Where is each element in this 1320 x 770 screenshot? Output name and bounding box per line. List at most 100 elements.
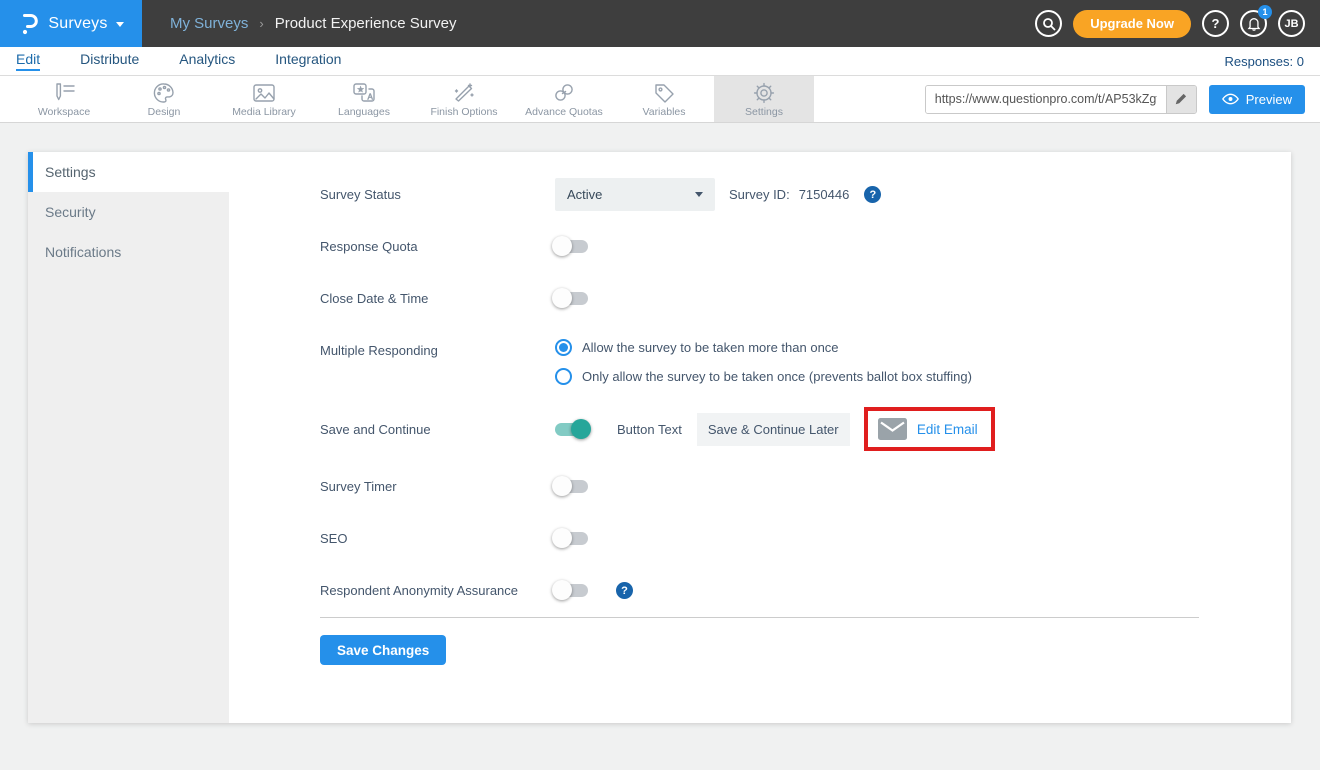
close-date-time-toggle[interactable] [555, 292, 588, 305]
settings-sidebar: Settings Security Notifications [28, 152, 229, 723]
product-name: Surveys [48, 15, 107, 33]
anonymity-toggle[interactable] [555, 584, 588, 597]
chevron-down-icon [695, 192, 703, 197]
tab-integration[interactable]: Integration [275, 51, 341, 71]
survey-status-select[interactable]: Active [555, 178, 715, 211]
anonymity-row: Respondent Anonymity Assurance ? [320, 574, 1291, 607]
toolbar-item-label: Languages [338, 106, 390, 118]
close-date-time-row: Close Date & Time [320, 282, 1291, 315]
avatar[interactable]: JB [1278, 10, 1305, 37]
email-icon[interactable] [878, 418, 907, 440]
radio-icon[interactable] [555, 368, 572, 385]
palette-icon [152, 81, 176, 105]
save-and-continue-row: Save and Continue Button Text Edit Email [320, 407, 1291, 451]
multiple-responding-label: Multiple Responding [320, 334, 555, 358]
button-text-input[interactable] [697, 413, 850, 446]
toolbar-item-advance-quotas[interactable]: Advance Quotas [514, 76, 614, 122]
save-and-continue-label: Save and Continue [320, 422, 555, 437]
sidebar-item-security[interactable]: Security [28, 192, 229, 232]
preview-label: Preview [1246, 92, 1292, 107]
toolbar-item-label: Design [148, 106, 181, 118]
survey-url-input[interactable] [926, 86, 1166, 113]
tab-edit[interactable]: Edit [16, 51, 40, 71]
multiple-responding-row: Multiple Responding Allow the survey to … [320, 334, 1291, 385]
tag-icon [652, 81, 676, 105]
header-actions: Upgrade Now ? 1 JB [1035, 10, 1320, 38]
response-quota-row: Response Quota [320, 230, 1291, 263]
workspace-icon [51, 81, 77, 105]
radio-option-multiple[interactable]: Allow the survey to be taken more than o… [555, 339, 972, 356]
toggle-knob [552, 288, 572, 308]
search-button[interactable] [1035, 10, 1062, 37]
toolbar-item-design[interactable]: Design [114, 76, 214, 122]
save-changes-button[interactable]: Save Changes [320, 635, 446, 665]
upgrade-now-button[interactable]: Upgrade Now [1073, 10, 1191, 38]
help-button[interactable]: ? [1202, 10, 1229, 37]
breadcrumb: My Surveys › Product Experience Survey [170, 15, 456, 32]
gear-icon [752, 81, 776, 105]
form-divider [320, 617, 1199, 618]
toolbar-item-media-library[interactable]: Media Library [214, 76, 314, 122]
toggle-knob [552, 236, 572, 256]
tab-analytics[interactable]: Analytics [179, 51, 235, 71]
toolbar-item-languages[interactable]: ★A Languages [314, 76, 414, 122]
toolbar-item-label: Media Library [232, 106, 296, 118]
survey-url-group [925, 85, 1197, 114]
notification-badge: 1 [1258, 5, 1272, 19]
page-body: Settings Security Notifications Survey S… [0, 123, 1320, 723]
toolbar-item-label: Advance Quotas [525, 106, 603, 118]
chevron-down-icon [116, 22, 124, 27]
image-icon [251, 81, 277, 105]
svg-text:★: ★ [357, 85, 364, 94]
response-quota-label: Response Quota [320, 239, 555, 254]
tab-distribute[interactable]: Distribute [80, 51, 139, 71]
questionpro-logo-icon [18, 12, 40, 36]
anonymity-help-icon[interactable]: ? [616, 582, 633, 599]
translate-icon: ★A [351, 81, 377, 105]
breadcrumb-separator-icon: › [259, 16, 263, 31]
survey-status-value: Active [567, 187, 602, 202]
seo-row: SEO [320, 522, 1291, 555]
button-text-label: Button Text [617, 422, 682, 437]
toolbar-item-settings[interactable]: Settings [714, 76, 814, 122]
toggle-knob [552, 580, 572, 600]
toggle-knob [552, 476, 572, 496]
radio-option-label: Only allow the survey to be taken once (… [582, 369, 972, 384]
save-and-continue-toggle[interactable] [555, 423, 588, 436]
response-quota-toggle[interactable] [555, 240, 588, 253]
toolbar-item-label: Variables [643, 106, 686, 118]
seo-toggle[interactable] [555, 532, 588, 545]
radio-icon[interactable] [555, 339, 572, 356]
seo-label: SEO [320, 531, 555, 546]
toolbar-item-variables[interactable]: Variables [614, 76, 714, 122]
survey-id-help-icon[interactable]: ? [864, 186, 881, 203]
edit-url-button[interactable] [1166, 86, 1196, 113]
edit-email-link[interactable]: Edit Email [917, 422, 978, 437]
survey-timer-toggle[interactable] [555, 480, 588, 493]
preview-button[interactable]: Preview [1209, 85, 1305, 114]
toolbar-item-label: Workspace [38, 106, 90, 118]
toolbar-item-workspace[interactable]: Workspace [14, 76, 114, 122]
edit-email-highlight-box: Edit Email [864, 407, 995, 451]
toolbar-item-finish-options[interactable]: Finish Options [414, 76, 514, 122]
toolbar-item-label: Finish Options [430, 106, 497, 118]
close-date-time-label: Close Date & Time [320, 291, 555, 306]
svg-text:A: A [368, 92, 374, 101]
breadcrumb-parent[interactable]: My Surveys [170, 15, 248, 32]
toggle-knob [552, 528, 572, 548]
settings-form: Survey Status Active Survey ID: 7150446 … [229, 152, 1291, 723]
notifications-button[interactable]: 1 [1240, 10, 1267, 37]
survey-id-label: Survey ID: [729, 187, 790, 202]
toggle-knob [571, 419, 591, 439]
survey-timer-label: Survey Timer [320, 479, 555, 494]
anonymity-label: Respondent Anonymity Assurance [320, 583, 555, 598]
sidebar-item-notifications[interactable]: Notifications [28, 232, 229, 272]
top-header: Surveys My Surveys › Product Experience … [0, 0, 1320, 47]
radio-option-once[interactable]: Only allow the survey to be taken once (… [555, 368, 972, 385]
survey-status-label: Survey Status [320, 187, 555, 202]
app-logo-menu[interactable]: Surveys [0, 0, 142, 47]
responses-count: Responses: 0 [1225, 54, 1305, 69]
sidebar-item-settings[interactable]: Settings [28, 152, 229, 192]
editor-toolbar: Workspace Design Media Library ★A Langua… [0, 76, 1320, 123]
settings-card: Settings Security Notifications Survey S… [28, 152, 1291, 723]
